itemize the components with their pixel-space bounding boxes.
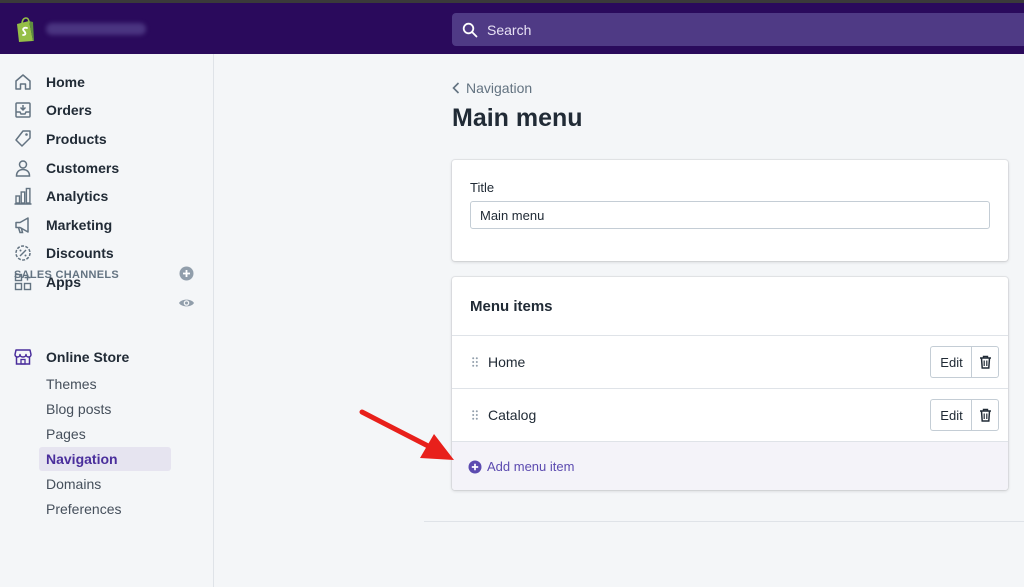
search-bar[interactable]: Search (452, 13, 1024, 46)
sidebar-item-products[interactable]: Products (12, 128, 107, 150)
menu-item-row: Home Edit (452, 335, 1008, 388)
sidebar-item-analytics[interactable]: Analytics (12, 185, 108, 207)
shopify-logo-icon[interactable] (14, 17, 36, 43)
discount-icon (12, 242, 34, 264)
add-menu-item-label: Add menu item (487, 459, 575, 474)
menu-item-label: Catalog (488, 407, 537, 423)
page-title: Main menu (452, 104, 583, 132)
sidebar-subitem-pages[interactable]: Pages (39, 422, 171, 446)
sidebar-subitem-domains[interactable]: Domains (39, 472, 171, 496)
menu-items-card: Menu items Home Edit Catalog Edit Add me… (452, 277, 1008, 490)
search-placeholder: Search (487, 21, 532, 38)
chevron-left-icon (452, 82, 460, 94)
sidebar-subitem-navigation[interactable]: Navigation (39, 447, 171, 471)
title-label: Title (470, 180, 495, 195)
plus-circle-icon (468, 460, 482, 473)
trash-icon (979, 408, 991, 422)
drag-handle-icon[interactable] (472, 410, 478, 420)
title-card: Title (452, 160, 1008, 261)
orders-icon (12, 99, 34, 121)
add-menu-item-link[interactable]: Add menu item (468, 459, 574, 474)
sidebar-subitem-blog-posts[interactable]: Blog posts (39, 397, 171, 421)
search-icon (462, 22, 478, 37)
title-input[interactable] (470, 201, 990, 229)
trash-icon (979, 355, 991, 369)
sidebar-item-online-store[interactable]: Online Store (12, 346, 129, 368)
person-icon (12, 157, 34, 179)
breadcrumb[interactable]: Navigation (452, 80, 532, 96)
sales-channels-header: SALES CHANNELS (14, 269, 120, 281)
sidebar-item-customers[interactable]: Customers (12, 157, 119, 179)
sidebar-item-home[interactable]: Home (12, 71, 85, 93)
add-menu-item-area: Add menu item (452, 441, 1008, 490)
store-name-blurred[interactable] (46, 23, 146, 35)
menu-item-label: Home (488, 354, 526, 370)
tag-icon (12, 128, 34, 150)
sidebar-item-marketing[interactable]: Marketing (12, 214, 112, 236)
menu-item-row: Catalog Edit (452, 388, 1008, 441)
sidebar-item-orders[interactable]: Orders (12, 99, 92, 121)
home-icon (12, 71, 34, 93)
menu-items-header: Menu items (470, 298, 553, 315)
add-sales-channel-icon[interactable] (179, 266, 194, 281)
sidebar-item-discounts[interactable]: Discounts (12, 242, 114, 264)
edit-button[interactable]: Edit (930, 346, 972, 378)
delete-button[interactable] (971, 399, 999, 431)
eye-icon[interactable] (178, 297, 195, 309)
bar-chart-icon (12, 185, 34, 207)
edit-button[interactable]: Edit (930, 399, 972, 431)
store-icon (12, 346, 34, 368)
sidebar-subitem-preferences[interactable]: Preferences (39, 497, 171, 521)
drag-handle-icon[interactable] (472, 357, 478, 367)
divider (424, 521, 1024, 522)
breadcrumb-label: Navigation (466, 80, 533, 96)
delete-button[interactable] (971, 346, 999, 378)
sidebar-subitem-themes[interactable]: Themes (39, 372, 171, 396)
top-bar: Search (0, 0, 1024, 54)
megaphone-icon (12, 214, 34, 236)
